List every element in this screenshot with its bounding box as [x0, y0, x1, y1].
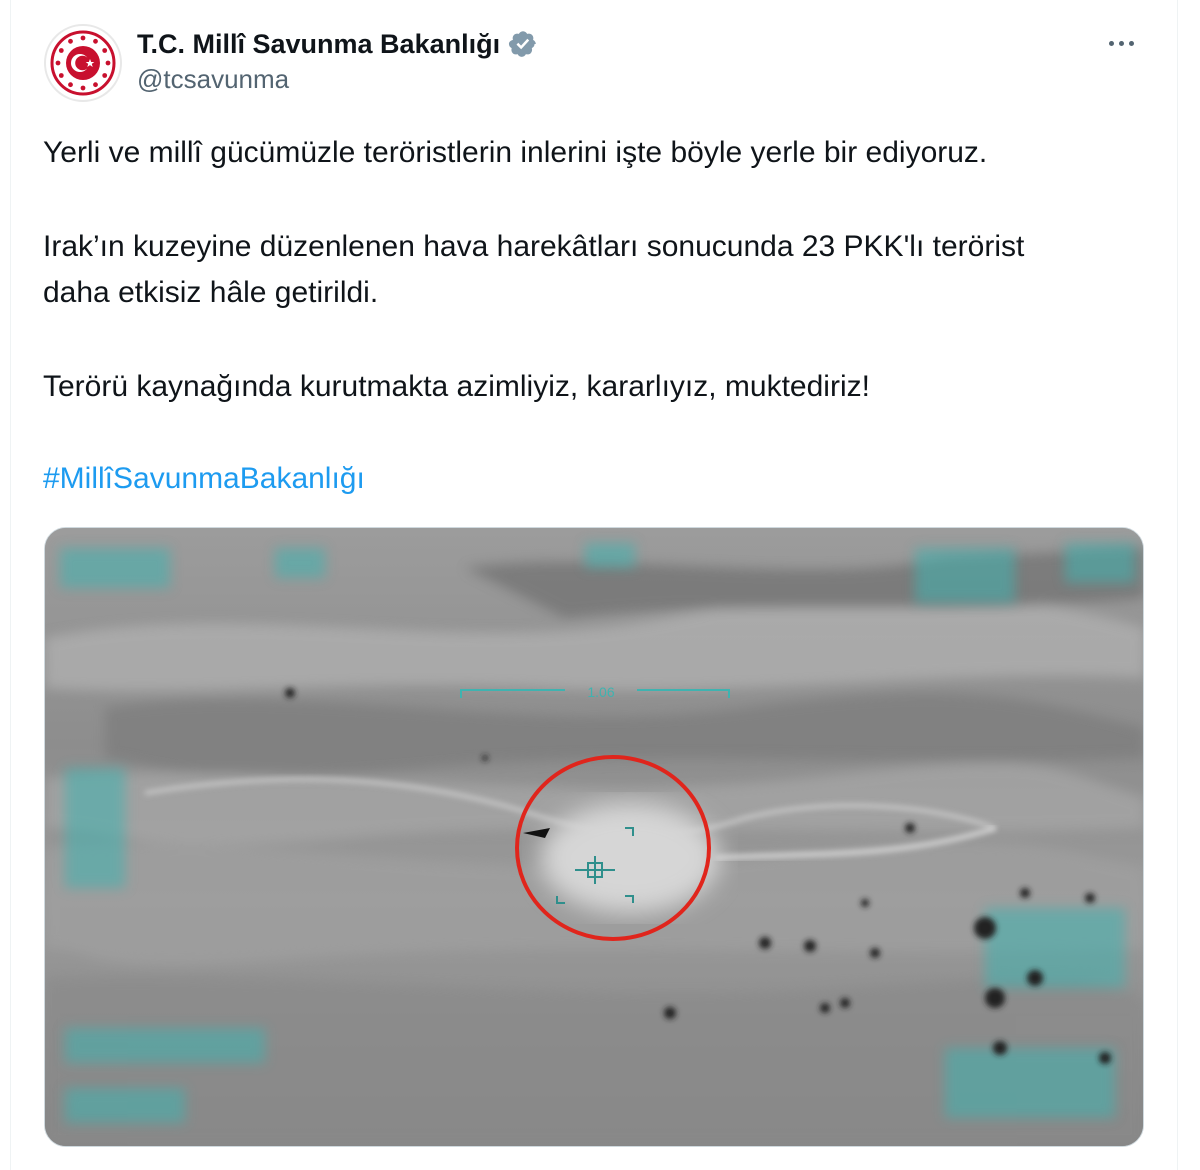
display-name[interactable]: T.C. Millî Savunma Bakanlığı: [137, 29, 500, 60]
hud-range-readout: 1.06: [587, 684, 614, 700]
ministry-emblem-icon: [50, 30, 116, 96]
tweet-media-video[interactable]: 1.06: [44, 527, 1144, 1147]
account-avatar[interactable]: [44, 24, 122, 102]
tweet-card: T.C. Millî Savunma Bakanlığı @tcsavunma …: [10, 0, 1178, 1170]
hashtag-link[interactable]: #MillîSavunmaBakanlığı: [43, 456, 365, 502]
account-handle[interactable]: @tcsavunma: [137, 64, 289, 95]
aerial-strike-footage: 1.06: [45, 528, 1143, 1146]
tweet-paragraph: Irak’ın kuzeyine düzenlenen hava harekât…: [43, 230, 1025, 309]
verified-badge-icon: [509, 31, 536, 57]
tweet-paragraph: Terörü kaynağında kurutmakta azimliyiz, …: [43, 370, 870, 403]
more-options-icon[interactable]: [1101, 28, 1141, 58]
tweet-paragraph: Yerli ve millî gücümüzle teröristlerin i…: [43, 136, 988, 169]
account-name-row[interactable]: T.C. Millî Savunma Bakanlığı: [137, 24, 538, 64]
